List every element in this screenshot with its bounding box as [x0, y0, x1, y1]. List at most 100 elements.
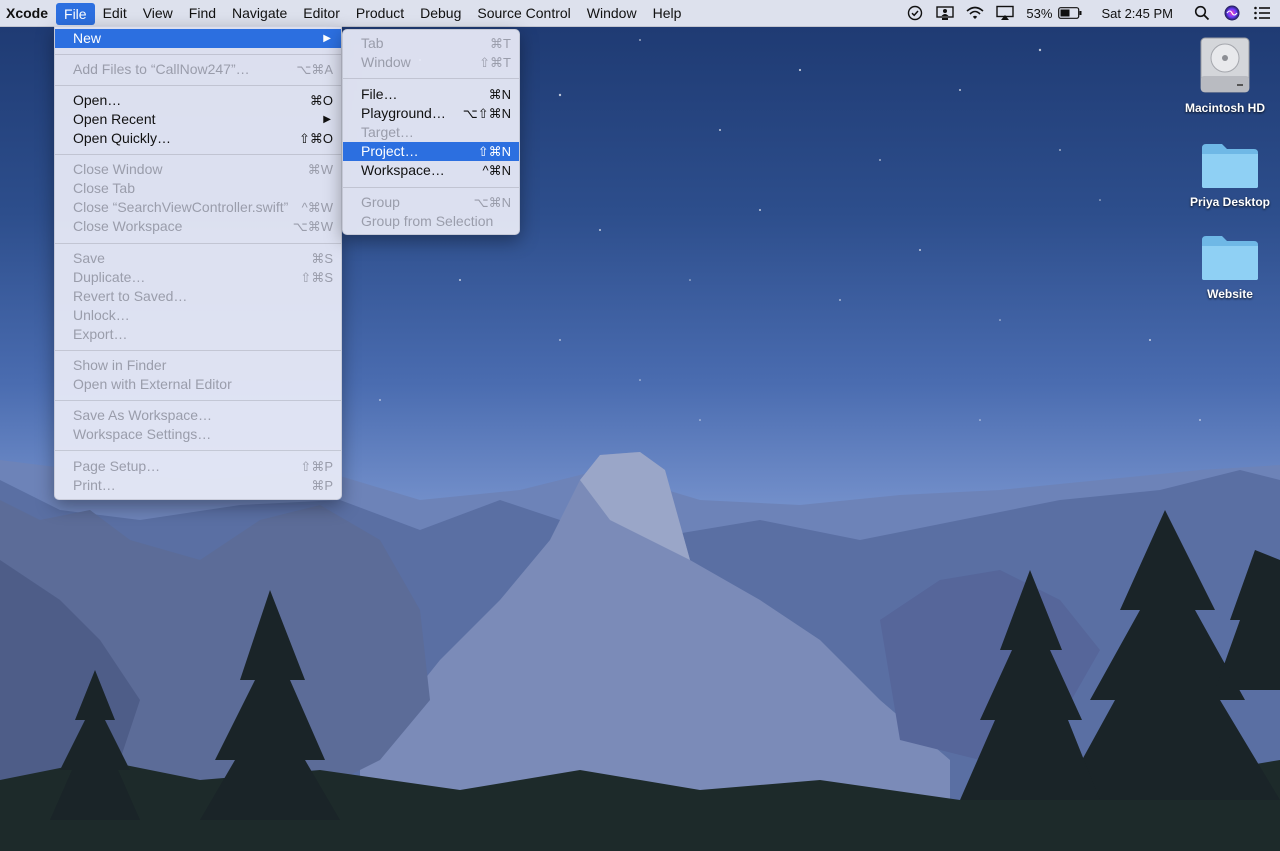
menu-item-label: New [73, 30, 102, 46]
desktop-icon-label: Priya Desktop [1189, 195, 1271, 209]
new-file[interactable]: File… ⌘N [343, 85, 519, 104]
file-menu-open[interactable]: Open… ⌘O [55, 91, 341, 110]
separator [55, 450, 341, 451]
menu-item-label: Open Recent [73, 111, 156, 127]
file-menu-open-quickly[interactable]: Open Quickly… ⇧⌘O [55, 129, 341, 148]
menu-window[interactable]: Window [579, 0, 645, 26]
separator [55, 85, 341, 86]
menu-file[interactable]: File [56, 3, 95, 25]
file-menu-save-as-workspace[interactable]: Save As Workspace… [55, 406, 341, 425]
menu-item-label: Save As Workspace… [73, 407, 213, 423]
monitor-user-icon[interactable] [935, 0, 955, 26]
menu-product[interactable]: Product [348, 0, 412, 26]
notification-center-icon[interactable] [1252, 0, 1272, 26]
file-menu-close-file[interactable]: Close “SearchViewController.swift” ^⌘W [55, 198, 341, 217]
file-menu-open-external-editor[interactable]: Open with External Editor [55, 375, 341, 394]
folder-icon [1202, 144, 1258, 188]
menu-item-label: Open Quickly… [73, 130, 172, 146]
file-menu-unlock[interactable]: Unlock… [55, 306, 341, 325]
new-workspace[interactable]: Workspace… ^⌘N [343, 161, 519, 180]
clock[interactable]: Sat 2:45 PM [1101, 6, 1173, 21]
shortcut: ⌥⌘N [473, 195, 511, 210]
menu-item-label: Workspace Settings… [73, 426, 212, 442]
spotlight-search-icon[interactable] [1192, 0, 1212, 26]
submenu-arrow-icon: ▶ [323, 114, 331, 125]
shortcut: ⇧⌘P [300, 459, 333, 474]
separator [55, 54, 341, 55]
shortcut: ⌥⌘A [296, 62, 333, 77]
menu-item-label: Show in Finder [73, 357, 167, 373]
menu-navigate[interactable]: Navigate [224, 0, 295, 26]
desktop-icon-priya-desktop[interactable]: Priya Desktop [1175, 140, 1280, 209]
wifi-icon[interactable] [965, 0, 985, 26]
file-menu-show-in-finder[interactable]: Show in Finder [55, 356, 341, 375]
new-target[interactable]: Target… [343, 123, 519, 142]
menu-find[interactable]: Find [181, 0, 224, 26]
menu-view[interactable]: View [135, 0, 181, 26]
file-menu: New ▶ Add Files to “CallNow247”… ⌥⌘A Ope… [54, 26, 342, 500]
menu-item-label: Open with External Editor [73, 376, 232, 392]
new-window[interactable]: Window ⇧⌘T [343, 53, 519, 72]
file-menu-close-tab[interactable]: Close Tab [55, 179, 341, 198]
file-menu-page-setup[interactable]: Page Setup… ⇧⌘P [55, 457, 341, 476]
airplay-icon[interactable] [995, 0, 1015, 26]
file-menu-save[interactable]: Save ⌘S [55, 249, 341, 268]
shortcut: ^⌘N [482, 163, 512, 178]
new-tab[interactable]: Tab ⌘T [343, 34, 519, 53]
siri-icon[interactable] [1222, 0, 1242, 26]
file-menu-export[interactable]: Export… [55, 325, 341, 344]
battery-percent[interactable]: 53% [1026, 6, 1052, 21]
menu-item-label: Close “SearchViewController.swift” [73, 199, 289, 215]
submenu-arrow-icon: ▶ [323, 33, 331, 44]
file-menu-new[interactable]: New ▶ [55, 29, 341, 48]
shortcut: ^⌘W [301, 200, 333, 215]
menu-bar: Xcode File Edit View Find Navigate Edito… [0, 0, 1280, 27]
menu-item-label: Add Files to “CallNow247”… [73, 61, 250, 77]
separator [55, 243, 341, 244]
new-submenu: Tab ⌘T Window ⇧⌘T File… ⌘N Playground… ⌥… [342, 29, 520, 235]
shortcut: ⇧⌘S [300, 270, 333, 285]
shortcut: ⌘W [307, 162, 333, 177]
file-menu-add-files[interactable]: Add Files to “CallNow247”… ⌥⌘A [55, 60, 341, 79]
shortcut: ⌥⇧⌘N [462, 106, 511, 121]
shortcut: ⇧⌘T [479, 55, 511, 70]
menu-item-label: Window [361, 54, 411, 70]
file-menu-duplicate[interactable]: Duplicate… ⇧⌘S [55, 268, 341, 287]
file-menu-print[interactable]: Print… ⌘P [55, 476, 341, 495]
new-playground[interactable]: Playground… ⌥⇧⌘N [343, 104, 519, 123]
menu-debug[interactable]: Debug [412, 0, 469, 26]
shortcut: ⌘O [309, 93, 333, 108]
menu-source-control[interactable]: Source Control [469, 0, 578, 26]
status-area: 53% Sat 2:45 PM [900, 0, 1280, 26]
checkmark-circle-icon[interactable] [905, 0, 925, 26]
menu-item-label: Close Tab [73, 180, 136, 196]
new-project[interactable]: Project… ⇧⌘N [343, 142, 519, 161]
new-group[interactable]: Group ⌥⌘N [343, 193, 519, 212]
app-menu-xcode[interactable]: Xcode [0, 0, 56, 26]
menu-help[interactable]: Help [645, 0, 690, 26]
battery-icon[interactable] [1058, 0, 1082, 26]
menu-item-label: Print… [73, 477, 116, 493]
menu-item-label: Playground… [361, 105, 446, 121]
menu-item-label: Revert to Saved… [73, 288, 188, 304]
menu-item-label: Tab [361, 35, 384, 51]
file-menu-workspace-settings[interactable]: Workspace Settings… [55, 425, 341, 444]
folder-icon [1202, 236, 1258, 280]
desktop-icon-website[interactable]: Website [1175, 232, 1280, 301]
separator [343, 78, 519, 79]
file-menu-close-window[interactable]: Close Window ⌘W [55, 160, 341, 179]
menu-item-label: Export… [73, 326, 128, 342]
menu-item-label: Save [73, 250, 105, 266]
menu-edit[interactable]: Edit [95, 0, 135, 26]
menu-item-label: File… [361, 86, 398, 102]
menu-editor[interactable]: Editor [295, 0, 348, 26]
new-group-from-selection[interactable]: Group from Selection [343, 212, 519, 231]
file-menu-revert[interactable]: Revert to Saved… [55, 287, 341, 306]
file-menu-close-workspace[interactable]: Close Workspace ⌥⌘W [55, 217, 341, 236]
menu-item-label: Group from Selection [361, 213, 494, 229]
shortcut: ⌥⌘W [292, 219, 333, 234]
desktop-icon-macintosh-hd[interactable]: Macintosh HD [1170, 34, 1280, 115]
file-menu-open-recent[interactable]: Open Recent ▶ [55, 110, 341, 129]
separator [55, 400, 341, 401]
desktop-icon-label: Macintosh HD [1184, 101, 1265, 115]
